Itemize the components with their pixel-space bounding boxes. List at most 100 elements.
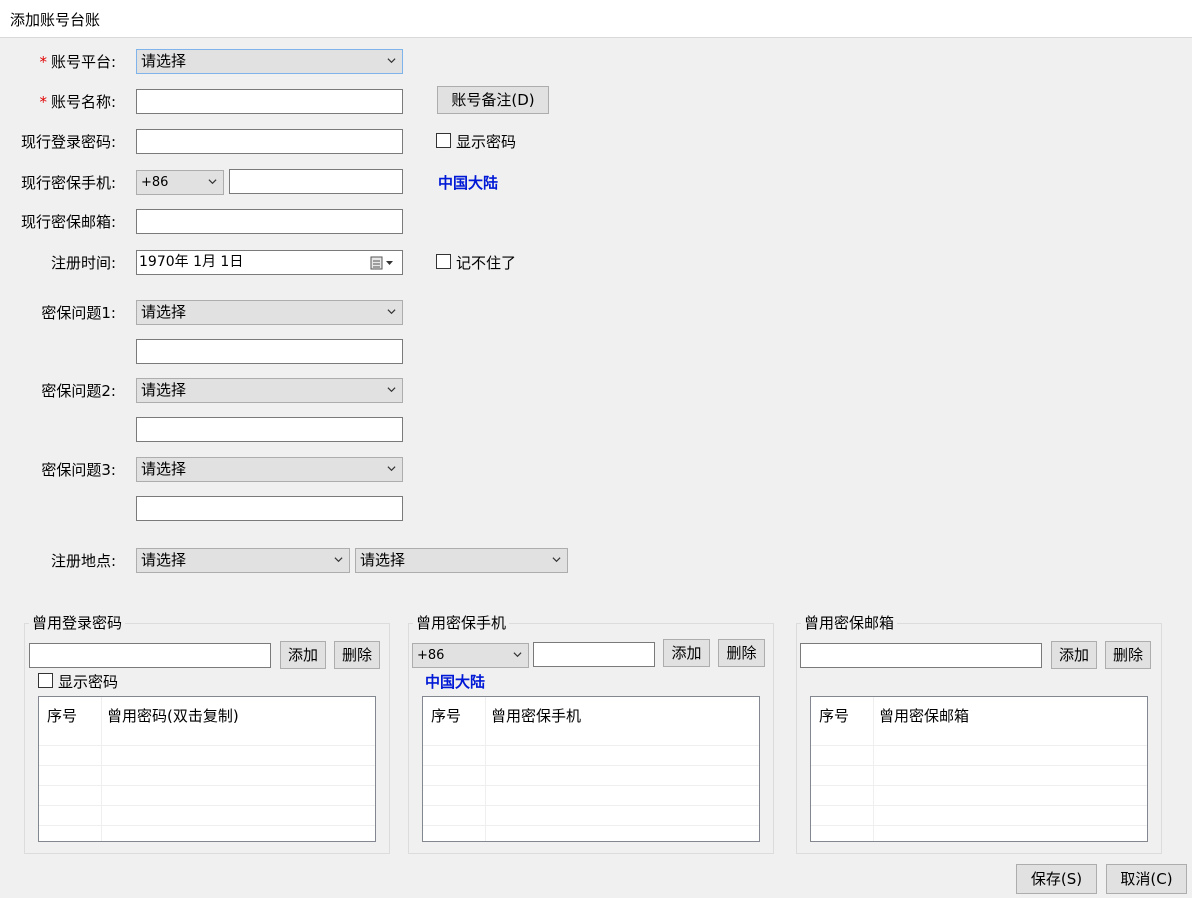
reg-place-province-select[interactable]: 请选择 xyxy=(136,548,350,573)
old-phone-region-link[interactable]: 中国大陆 xyxy=(425,671,485,692)
row-gridline xyxy=(39,825,375,826)
title-bar: 添加账号台账 xyxy=(0,0,1192,38)
reg-time-picker[interactable]: 1970年 1月 1日 xyxy=(136,250,403,275)
chevron-down-icon xyxy=(334,557,343,563)
password-label: 现行登录密码: xyxy=(20,133,116,151)
security-question-2-select[interactable]: 请选择 xyxy=(136,378,403,403)
old-email-add-button[interactable]: 添加 xyxy=(1051,641,1097,669)
column-header-index[interactable]: 序号 xyxy=(431,705,461,726)
email-label: 现行密保邮箱: xyxy=(20,213,116,231)
forgot-checkbox[interactable] xyxy=(436,254,451,269)
account-name-label: * 账号名称: xyxy=(39,93,116,111)
chevron-down-icon xyxy=(552,557,561,563)
platform-label: * 账号平台: xyxy=(39,53,116,71)
row-gridline xyxy=(423,745,759,746)
column-header-index[interactable]: 序号 xyxy=(47,705,77,726)
row-gridline xyxy=(811,745,1147,746)
phone-code-select[interactable]: +86 xyxy=(136,170,224,195)
old-phone-code-select[interactable]: +86 xyxy=(412,643,529,668)
security-question-3-label: 密保问题3: xyxy=(41,461,116,479)
security-question-3-value: 请选择 xyxy=(141,460,187,478)
row-gridline xyxy=(39,745,375,746)
security-answer-2-input[interactable] xyxy=(136,417,403,442)
column-header-index[interactable]: 序号 xyxy=(819,705,849,726)
security-question-1-value: 请选择 xyxy=(141,303,187,321)
old-passwords-list[interactable]: 序号 曾用密码(双击复制) xyxy=(38,696,376,842)
old-passwords-group-title: 曾用登录密码 xyxy=(29,612,126,633)
row-gridline xyxy=(811,825,1147,826)
row-gridline xyxy=(39,785,375,786)
chevron-down-icon xyxy=(208,179,217,185)
old-email-input[interactable] xyxy=(800,643,1042,668)
security-question-2-value: 请选择 xyxy=(141,381,187,399)
old-password-delete-button[interactable]: 删除 xyxy=(334,641,380,669)
chevron-down-icon xyxy=(387,309,396,315)
platform-select[interactable]: 请选择 xyxy=(136,49,403,74)
row-gridline xyxy=(811,805,1147,806)
account-note-button[interactable]: 账号备注(D) xyxy=(437,86,549,114)
row-gridline xyxy=(423,805,759,806)
forgot-label: 记不住了 xyxy=(456,254,517,272)
row-gridline xyxy=(39,765,375,766)
column-divider xyxy=(485,697,486,841)
phone-region-link[interactable]: 中国大陆 xyxy=(438,172,498,193)
column-divider xyxy=(873,697,874,841)
chevron-down-icon xyxy=(387,387,396,393)
old-email-delete-button[interactable]: 删除 xyxy=(1105,641,1151,669)
row-gridline xyxy=(423,825,759,826)
column-divider xyxy=(101,697,102,841)
old-phone-delete-button[interactable]: 删除 xyxy=(718,639,765,667)
security-answer-3-input[interactable] xyxy=(136,496,403,521)
password-input[interactable] xyxy=(136,129,403,154)
row-gridline xyxy=(39,805,375,806)
cancel-button[interactable]: 取消(C) xyxy=(1106,864,1187,894)
chevron-down-icon xyxy=(513,652,522,658)
show-password-label: 显示密码 xyxy=(456,133,517,151)
security-question-2-label: 密保问题2: xyxy=(41,382,116,400)
security-question-3-select[interactable]: 请选择 xyxy=(136,457,403,482)
list-header: 序号 曾用密码(双击复制) xyxy=(39,697,375,729)
account-name-input[interactable] xyxy=(136,89,403,114)
old-password-show-label: 显示密码 xyxy=(58,673,119,691)
old-phones-list[interactable]: 序号 曾用密保手机 xyxy=(422,696,760,842)
old-emails-group-title: 曾用密保邮箱 xyxy=(801,612,898,633)
phone-code-value: +86 xyxy=(141,175,169,190)
old-phone-input[interactable] xyxy=(533,642,655,667)
email-input[interactable] xyxy=(136,209,403,234)
required-asterisk: * xyxy=(39,93,47,111)
phone-label: 现行密保手机: xyxy=(20,174,116,192)
chevron-down-icon xyxy=(387,58,396,64)
row-gridline xyxy=(811,785,1147,786)
reg-place-province-value: 请选择 xyxy=(141,551,187,569)
chevron-down-icon xyxy=(387,466,396,472)
old-phone-code-value: +86 xyxy=(417,648,445,663)
security-question-1-select[interactable]: 请选择 xyxy=(136,300,403,325)
row-gridline xyxy=(811,765,1147,766)
phone-input[interactable] xyxy=(229,169,403,194)
save-button[interactable]: 保存(S) xyxy=(1016,864,1097,894)
list-header: 序号 曾用密保邮箱 xyxy=(811,697,1147,729)
column-header-password[interactable]: 曾用密码(双击复制) xyxy=(107,705,239,726)
reg-place-city-select[interactable]: 请选择 xyxy=(355,548,568,573)
reg-place-label: 注册地点: xyxy=(50,552,116,570)
column-header-email[interactable]: 曾用密保邮箱 xyxy=(879,705,969,726)
show-password-checkbox[interactable] xyxy=(436,133,451,148)
column-header-phone[interactable]: 曾用密保手机 xyxy=(491,705,581,726)
window-title: 添加账号台账 xyxy=(10,11,101,29)
reg-time-value: 1970年 1月 1日 xyxy=(139,254,244,270)
platform-select-value: 请选择 xyxy=(141,52,187,70)
required-asterisk: * xyxy=(39,53,47,71)
list-header: 序号 曾用密保手机 xyxy=(423,697,759,729)
old-emails-list[interactable]: 序号 曾用密保邮箱 xyxy=(810,696,1148,842)
old-phones-group-title: 曾用密保手机 xyxy=(413,612,510,633)
old-password-add-button[interactable]: 添加 xyxy=(280,641,326,669)
calendar-dropdown-icon xyxy=(370,256,393,270)
row-gridline xyxy=(423,765,759,766)
reg-place-city-value: 请选择 xyxy=(360,551,406,569)
row-gridline xyxy=(423,785,759,786)
old-password-show-checkbox[interactable] xyxy=(38,673,53,688)
security-answer-1-input[interactable] xyxy=(136,339,403,364)
old-password-input[interactable] xyxy=(29,643,271,668)
old-phone-add-button[interactable]: 添加 xyxy=(663,639,710,667)
security-question-1-label: 密保问题1: xyxy=(41,304,116,322)
